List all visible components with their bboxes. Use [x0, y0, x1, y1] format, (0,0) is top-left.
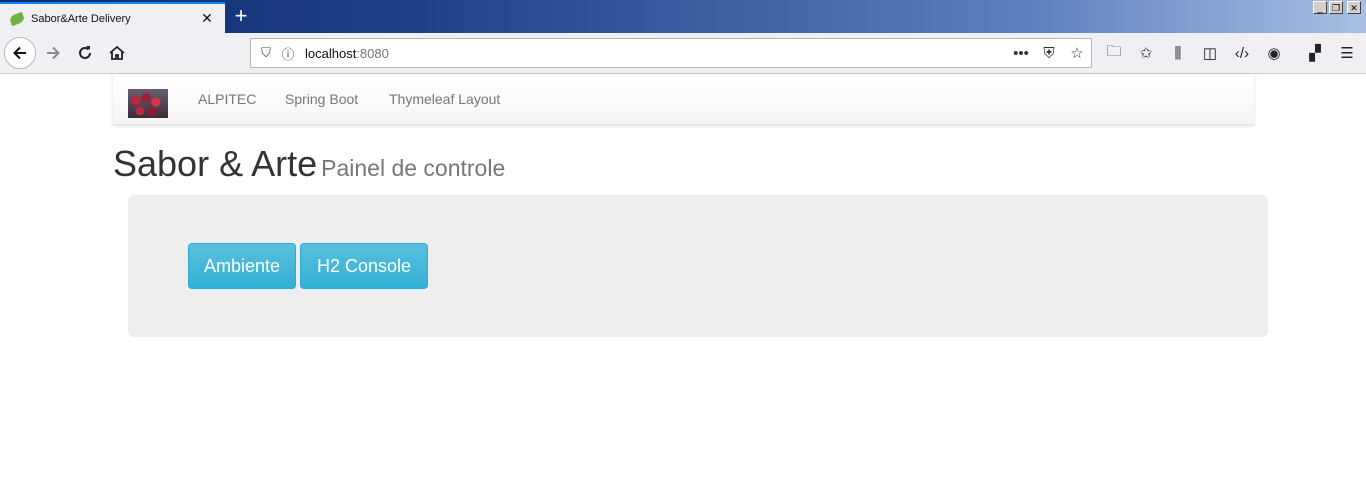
- downloads-folder-icon[interactable]: 🗀: [1102, 41, 1126, 65]
- site-info-icon[interactable]: ⓘ: [277, 44, 299, 63]
- back-button[interactable]: [4, 37, 36, 69]
- url-host: localhost: [305, 45, 357, 61]
- nav-link-spring-boot[interactable]: Spring Boot: [285, 91, 358, 107]
- nav-link-thymeleaf-layout[interactable]: Thymeleaf Layout: [389, 91, 500, 107]
- shield-icon[interactable]: ⛉: [255, 45, 277, 61]
- url-bar[interactable]: ⛉ ⓘ localhost:8080 ••• ⛨ ☆: [250, 38, 1092, 68]
- spring-leaf-icon: [8, 11, 26, 26]
- restore-window-button[interactable]: ❐: [1329, 1, 1343, 14]
- reload-button[interactable]: [70, 38, 100, 68]
- control-panel: Ambiente H2 Console: [128, 195, 1268, 337]
- reload-icon: [79, 46, 91, 59]
- url-text[interactable]: localhost:8080: [305, 46, 1007, 61]
- browser-tab[interactable]: Sabor&Arte Delivery ✕: [0, 2, 225, 33]
- library-icon[interactable]: ⫼: [1166, 41, 1190, 65]
- sidebar-icon[interactable]: ◫: [1198, 41, 1222, 65]
- arrow-left-icon: [13, 46, 26, 60]
- forward-button[interactable]: [38, 38, 68, 68]
- bookmark-star-icon[interactable]: ☆: [1063, 44, 1091, 62]
- page-actions-icon[interactable]: •••: [1007, 45, 1035, 62]
- tab-title: Sabor&Arte Delivery: [31, 12, 131, 25]
- url-port: :8080: [356, 45, 389, 61]
- menu-icon[interactable]: ☰: [1335, 41, 1359, 65]
- browser-toolbar: ⛉ ⓘ localhost:8080 ••• ⛨ ☆ 🗀 ✩ ⫼ ◫ ‹/› ◉…: [0, 33, 1366, 74]
- home-button[interactable]: [102, 38, 132, 68]
- new-tab-button[interactable]: +: [229, 5, 253, 27]
- page-title-text: Sabor & Arte: [113, 143, 318, 184]
- browser-title-bar: Sabor&Arte Delivery ✕ + _ ❐ ✕: [0, 0, 1366, 33]
- arrow-right-icon: [47, 46, 60, 60]
- close-tab-icon[interactable]: ✕: [199, 10, 215, 27]
- brand-logo[interactable]: [128, 89, 168, 118]
- nav-link-alpitec[interactable]: ALPITEC: [198, 91, 256, 107]
- bookmarks-icon[interactable]: ✩: [1134, 41, 1158, 65]
- navbar: ALPITEC Spring Boot Thymeleaf Layout: [113, 74, 1254, 125]
- developer-tools-icon[interactable]: ‹/›: [1230, 41, 1254, 65]
- home-icon: [109, 45, 125, 60]
- pocket-icon[interactable]: ⛨: [1035, 45, 1063, 62]
- minimize-window-button[interactable]: _: [1313, 1, 1327, 14]
- extensions-icon[interactable]: ▞: [1303, 41, 1327, 65]
- page-subtitle: Painel de controle: [321, 155, 506, 181]
- close-window-button[interactable]: ✕: [1347, 1, 1361, 14]
- ambiente-button[interactable]: Ambiente: [188, 243, 296, 289]
- page-title: Sabor & Arte Painel de controle: [113, 146, 505, 186]
- h2-console-button[interactable]: H2 Console: [300, 243, 428, 289]
- account-icon[interactable]: ◉: [1262, 41, 1286, 65]
